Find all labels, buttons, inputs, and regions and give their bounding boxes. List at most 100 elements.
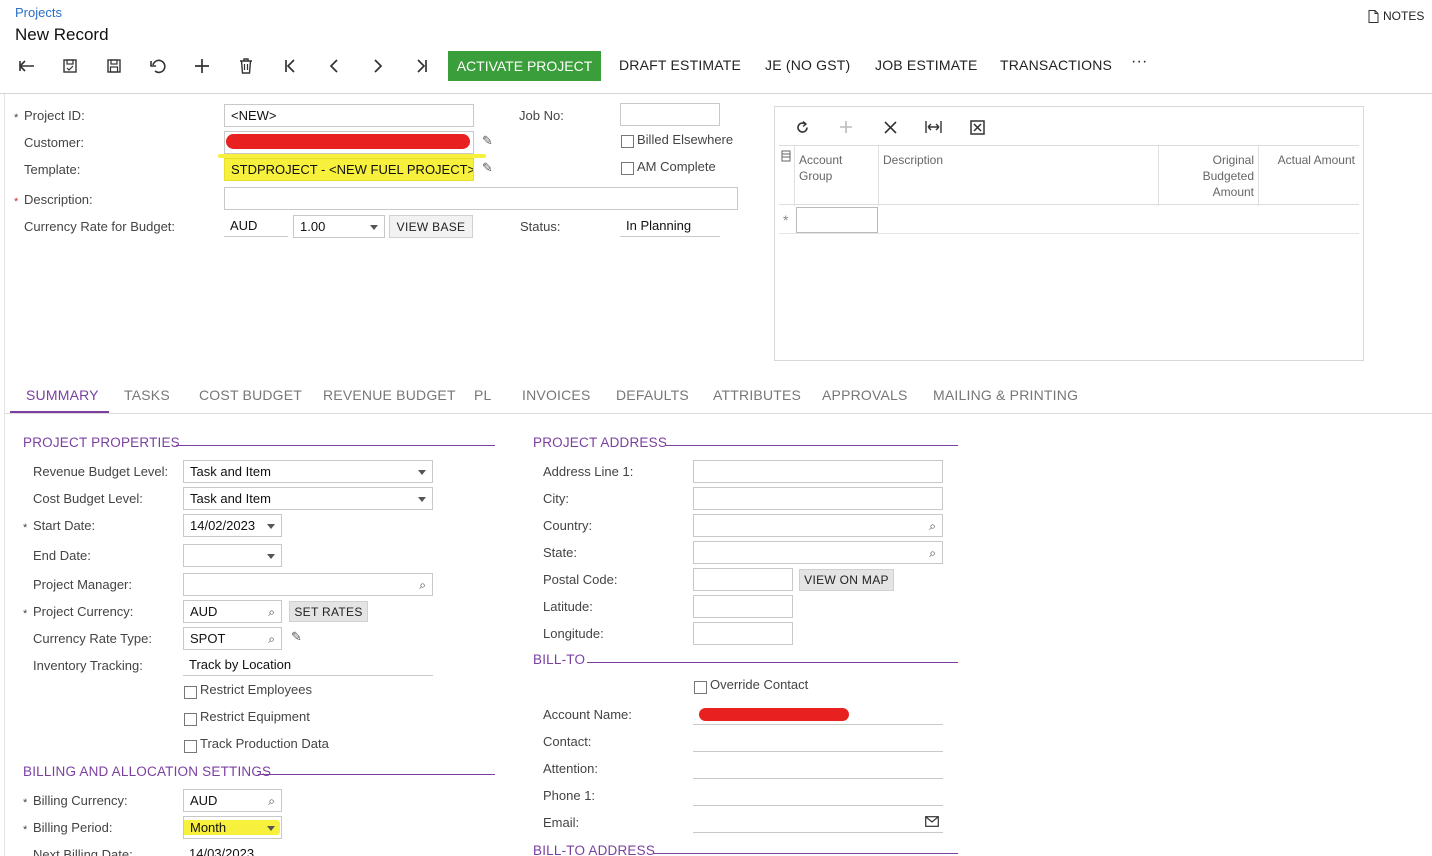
required-marker: * xyxy=(23,797,28,809)
city-input[interactable] xyxy=(693,487,943,510)
tab-summary[interactable]: SUMMARY xyxy=(26,387,99,403)
tab-cost-budget[interactable]: COST BUDGET xyxy=(199,387,302,403)
description-input[interactable] xyxy=(224,187,738,210)
search-icon[interactable]: ⌕ xyxy=(268,605,275,620)
rate-select[interactable]: 1.00 xyxy=(293,215,385,238)
longitude-label: Longitude: xyxy=(543,626,604,641)
refresh-icon[interactable] xyxy=(791,117,813,137)
revenue-budget-level-select[interactable]: Task and Item xyxy=(183,460,433,483)
track-production-label: Track Production Data xyxy=(200,736,329,751)
address-line1-input[interactable] xyxy=(693,460,943,483)
latitude-label: Latitude: xyxy=(543,599,593,614)
chevron-down-icon xyxy=(418,497,426,502)
delete-row-icon[interactable] xyxy=(879,117,901,137)
billing-currency-input[interactable]: AUD ⌕ xyxy=(183,789,282,812)
redaction-mark xyxy=(226,134,470,149)
billing-period-select[interactable]: Month xyxy=(183,816,282,839)
job-estimate-button[interactable]: JOB ESTIMATE xyxy=(875,57,978,73)
activate-project-button[interactable]: ACTIVATE PROJECT xyxy=(448,51,601,81)
search-icon[interactable]: ⌕ xyxy=(419,578,426,593)
cost-budget-level-select[interactable]: Task and Item xyxy=(183,487,433,510)
project-currency-label: Project Currency: xyxy=(33,604,134,619)
delete-icon[interactable] xyxy=(235,56,257,76)
breadcrumb[interactable]: Projects xyxy=(15,5,62,20)
section-title-project-properties: PROJECT PROPERTIES xyxy=(23,435,180,450)
state-input[interactable]: ⌕ xyxy=(693,541,943,564)
account-group-cell-input[interactable] xyxy=(796,207,878,233)
postal-code-input[interactable] xyxy=(693,568,793,591)
postal-code-label: Postal Code: xyxy=(543,572,618,587)
search-icon[interactable]: ⌕ xyxy=(929,546,936,561)
tab-attributes[interactable]: ATTRIBUTES xyxy=(713,387,801,403)
chevron-down-icon xyxy=(267,524,275,529)
column-header-actual-amount[interactable]: Actual Amount xyxy=(1259,146,1359,206)
tab-mailing-printing[interactable]: MAILING & PRINTING xyxy=(933,387,1078,403)
column-header-description[interactable]: Description xyxy=(879,146,1159,206)
track-production-checkbox[interactable] xyxy=(184,740,197,753)
restrict-equipment-checkbox[interactable] xyxy=(184,713,197,726)
envelope-icon[interactable] xyxy=(925,816,939,827)
currency-rate-type-input[interactable]: SPOT ⌕ xyxy=(183,627,282,650)
next-record-icon[interactable] xyxy=(367,56,389,76)
first-record-icon[interactable] xyxy=(279,56,301,76)
start-date-input[interactable]: 14/02/2023 xyxy=(183,514,282,537)
search-icon[interactable]: ⌕ xyxy=(268,794,275,809)
pencil-icon[interactable]: ✎ xyxy=(291,629,302,645)
latitude-input[interactable] xyxy=(693,595,793,618)
project-currency-input[interactable]: AUD ⌕ xyxy=(183,600,282,623)
required-marker: * xyxy=(23,608,28,620)
chevron-down-icon xyxy=(267,554,275,559)
am-complete-checkbox[interactable] xyxy=(621,162,634,175)
notes-button[interactable]: NOTES xyxy=(1368,9,1424,23)
undo-icon[interactable] xyxy=(147,56,169,76)
save-icon[interactable] xyxy=(103,56,125,76)
tab-defaults[interactable]: DEFAULTS xyxy=(616,387,689,403)
project-id-input[interactable]: <NEW> xyxy=(224,104,474,127)
longitude-input[interactable] xyxy=(693,622,793,645)
transactions-button[interactable]: TRANSACTIONS xyxy=(1000,57,1112,73)
chevron-down-icon xyxy=(267,826,275,831)
search-icon[interactable]: ⌕ xyxy=(268,632,275,647)
address-line1-label: Address Line 1: xyxy=(543,464,634,479)
tab-pl[interactable]: PL xyxy=(474,387,492,403)
search-icon[interactable]: ⌕ xyxy=(929,519,936,534)
tab-revenue-budget[interactable]: REVENUE BUDGET xyxy=(323,387,456,403)
billed-elsewhere-checkbox[interactable] xyxy=(621,135,634,148)
customer-label: Customer: xyxy=(24,135,84,150)
country-input[interactable]: ⌕ xyxy=(693,514,943,537)
status-label: Status: xyxy=(520,219,561,234)
last-record-icon[interactable] xyxy=(411,56,433,76)
fit-columns-icon[interactable] xyxy=(922,117,944,137)
set-rates-button[interactable]: SET RATES xyxy=(289,601,368,622)
column-header-original-budgeted[interactable]: Original Budgeted Amount xyxy=(1159,146,1259,206)
more-menu-button[interactable]: ··· xyxy=(1131,53,1148,71)
view-base-button[interactable]: VIEW BASE xyxy=(389,215,473,238)
previous-record-icon[interactable] xyxy=(323,56,345,76)
column-chooser-icon[interactable] xyxy=(779,146,795,206)
template-input[interactable]: STDPROJECT - <NEW FUEL PROJECT> xyxy=(224,158,474,181)
add-icon[interactable] xyxy=(191,56,213,76)
tab-approvals[interactable]: APPROVALS xyxy=(822,387,908,403)
pencil-icon[interactable]: ✎ xyxy=(482,133,493,149)
job-no-input[interactable] xyxy=(620,103,720,126)
required-marker: * xyxy=(23,522,28,534)
phone1-label: Phone 1: xyxy=(543,788,596,803)
excel-export-icon[interactable] xyxy=(966,117,988,137)
restrict-employees-checkbox[interactable] xyxy=(184,686,197,699)
je-no-gst-button[interactable]: JE (NO GST) xyxy=(765,57,850,73)
pencil-icon[interactable]: ✎ xyxy=(482,160,493,176)
end-date-input[interactable] xyxy=(183,544,282,567)
add-row-icon[interactable] xyxy=(835,117,857,137)
revenue-budget-level-label: Revenue Budget Level: xyxy=(33,464,169,479)
tab-invoices[interactable]: INVOICES xyxy=(522,387,591,403)
draft-estimate-button[interactable]: DRAFT ESTIMATE xyxy=(619,57,741,73)
tab-bar: SUMMARY TASKS COST BUDGET REVENUE BUDGET… xyxy=(10,378,1110,414)
tab-tasks[interactable]: TASKS xyxy=(124,387,170,403)
override-contact-checkbox[interactable] xyxy=(694,681,707,694)
view-on-map-button[interactable]: VIEW ON MAP xyxy=(799,569,894,591)
column-header-account-group[interactable]: Account Group xyxy=(795,146,879,206)
project-manager-input[interactable]: ⌕ xyxy=(183,573,433,596)
currency-rate-type-label: Currency Rate Type: xyxy=(33,631,152,646)
back-arrow-icon[interactable] xyxy=(16,56,38,76)
save-close-icon[interactable] xyxy=(59,56,81,76)
